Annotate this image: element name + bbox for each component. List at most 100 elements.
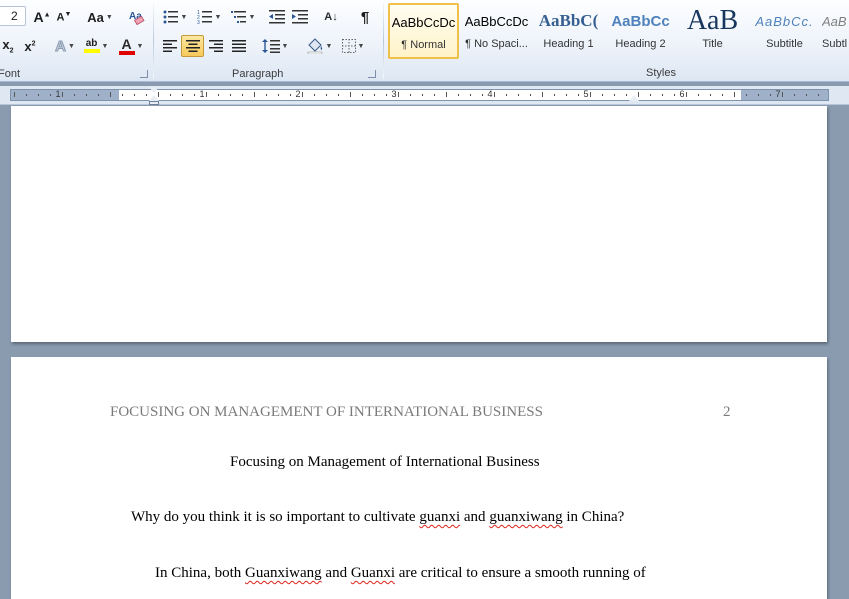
style-preview: AaBbCcDc bbox=[391, 14, 456, 30]
ruler-tick bbox=[254, 92, 255, 97]
question-paragraph: Why do you think it is so important to c… bbox=[131, 509, 625, 525]
justify-button[interactable] bbox=[227, 35, 250, 57]
document-area[interactable]: FOCUSING ON MANAGEMENT OF INTERNATIONAL … bbox=[0, 106, 849, 599]
font-size-box[interactable]: 2 bbox=[0, 6, 26, 26]
increase-indent-icon bbox=[292, 10, 308, 24]
line-spacing-button[interactable]: ▼ bbox=[260, 35, 290, 57]
style-normal[interactable]: AaBbCcDc ¶ Normal bbox=[388, 3, 459, 59]
style-subtle-emphasis[interactable]: AaB Subtl bbox=[821, 3, 849, 59]
chevron-down-icon: ▼ bbox=[214, 13, 222, 21]
chevron-down-icon: ▼ bbox=[281, 42, 289, 50]
ruler-tick bbox=[302, 92, 303, 97]
shrink-font-button[interactable]: A▼ bbox=[54, 6, 74, 28]
ruler-tick bbox=[98, 94, 99, 96]
page-1[interactable] bbox=[11, 106, 827, 342]
style-no-spacing[interactable]: AaBbCcDc ¶ No Spaci... bbox=[461, 3, 532, 59]
clear-formatting-button[interactable]: Aa bbox=[126, 6, 148, 28]
clear-formatting-icon: Aa bbox=[129, 11, 145, 25]
ruler-tick bbox=[170, 94, 171, 96]
misspelled-word[interactable]: guanxi bbox=[419, 509, 460, 525]
chevron-down-icon: ▼ bbox=[105, 13, 113, 21]
ruler-tick bbox=[782, 92, 783, 97]
ruler-tick bbox=[506, 94, 507, 96]
multilevel-list-button[interactable]: ▼ bbox=[228, 6, 258, 28]
style-subtitle[interactable]: AaBbCc. Subtitle bbox=[749, 3, 820, 59]
highlight-button[interactable]: ab ▼ bbox=[82, 35, 110, 57]
ruler-number: 5 bbox=[583, 89, 589, 99]
ruler-tick bbox=[206, 92, 207, 97]
running-head: FOCUSING ON MANAGEMENT OF INTERNATIONAL … bbox=[110, 404, 543, 420]
align-right-button[interactable] bbox=[204, 35, 227, 57]
ruler-tick bbox=[398, 92, 399, 97]
change-case-button[interactable]: Aa ▼ bbox=[84, 6, 116, 28]
ruler-tick bbox=[602, 94, 603, 96]
ruler-tick bbox=[662, 94, 663, 96]
grow-font-button[interactable]: A▲ bbox=[32, 6, 52, 28]
document-title: Focusing on Management of International … bbox=[230, 454, 540, 470]
ruler-tick bbox=[590, 92, 591, 97]
sort-button[interactable]: A↓ bbox=[320, 6, 342, 28]
ruler-tick bbox=[458, 94, 459, 96]
ruler-tick bbox=[242, 94, 243, 96]
ruler-tick bbox=[698, 94, 699, 96]
misspelled-word[interactable]: Guanxiwang bbox=[245, 565, 322, 581]
shading-button[interactable]: ▼ bbox=[304, 35, 334, 57]
style-preview: AaBbCc. bbox=[755, 13, 814, 29]
ruler-tick bbox=[218, 94, 219, 96]
align-center-button[interactable] bbox=[181, 35, 204, 57]
font-dialog-launcher[interactable] bbox=[140, 70, 148, 78]
paragraph-dialog-launcher[interactable] bbox=[368, 70, 376, 78]
chevron-down-icon: ▼ bbox=[136, 42, 144, 50]
text-effects-button[interactable]: A ▼ bbox=[52, 35, 78, 57]
ruler-tick bbox=[386, 94, 387, 96]
ruler-tick bbox=[746, 94, 747, 96]
font-size-value: 2 bbox=[11, 9, 18, 23]
paragraph-group: ▼ 1 2 3 ▼ ▼ A↓ ¶ ▼ ▼ ▼ Paragraph bbox=[154, 0, 382, 82]
sort-icon: A↓ bbox=[324, 11, 338, 23]
ruler-tick bbox=[794, 94, 795, 96]
left-indent-marker[interactable] bbox=[149, 101, 159, 105]
change-case-icon: Aa bbox=[87, 9, 104, 25]
chevron-down-icon: ▼ bbox=[325, 42, 333, 50]
align-center-icon bbox=[185, 40, 200, 52]
numbering-button[interactable]: 1 2 3 ▼ bbox=[194, 6, 224, 28]
ruler-tick bbox=[626, 94, 627, 96]
page-2[interactable]: FOCUSING ON MANAGEMENT OF INTERNATIONAL … bbox=[11, 357, 827, 599]
align-left-button[interactable] bbox=[158, 35, 181, 57]
numbering-icon: 1 2 3 bbox=[197, 10, 212, 24]
style-name: Heading 2 bbox=[615, 38, 666, 50]
increase-indent-button[interactable] bbox=[289, 6, 311, 28]
misspelled-word[interactable]: Guanxi bbox=[351, 565, 395, 581]
font-color-button[interactable]: A ▼ bbox=[116, 35, 146, 57]
first-line-indent-marker[interactable] bbox=[149, 87, 159, 93]
borders-button[interactable]: ▼ bbox=[338, 35, 368, 57]
show-formatting-button[interactable]: ¶ bbox=[354, 6, 376, 28]
superscript-button[interactable]: x2 bbox=[20, 35, 40, 57]
bullets-button[interactable]: ▼ bbox=[160, 6, 190, 28]
ruler-number: 7 bbox=[775, 89, 781, 99]
ruler-number: 3 bbox=[391, 89, 397, 99]
grow-font-icon: A▲ bbox=[33, 9, 51, 25]
styles-gallery: AaBbCcDc ¶ Normal AaBbCcDc ¶ No Spaci...… bbox=[388, 3, 849, 60]
subscript-button[interactable]: x2 bbox=[0, 35, 18, 57]
style-name: Heading 1 bbox=[543, 38, 594, 50]
style-heading-2[interactable]: AaBbCc Heading 2 bbox=[605, 3, 676, 59]
style-preview: AaBbCcDc bbox=[464, 13, 529, 29]
ruler-tick bbox=[26, 94, 27, 96]
ruler-tick bbox=[566, 94, 567, 96]
right-indent-marker[interactable] bbox=[629, 95, 639, 101]
ruler-tick bbox=[122, 94, 123, 96]
style-name: Subtl bbox=[822, 38, 848, 50]
ruler-tick bbox=[734, 92, 735, 97]
ruler-tick bbox=[518, 94, 519, 96]
misspelled-word[interactable]: guanxiwang bbox=[489, 509, 562, 525]
ruler-tick bbox=[74, 94, 75, 96]
align-left-icon bbox=[162, 40, 177, 52]
font-group-label: Font bbox=[0, 68, 21, 80]
ruler-tick bbox=[758, 94, 759, 96]
style-heading-1[interactable]: AaBbC( Heading 1 bbox=[533, 3, 604, 59]
ruler-tick bbox=[674, 94, 675, 96]
horizontal-ruler[interactable]: 1 1 2 3 4 5 6 7 bbox=[0, 86, 849, 105]
style-title[interactable]: AaB Title bbox=[677, 3, 748, 59]
decrease-indent-button[interactable] bbox=[266, 6, 288, 28]
